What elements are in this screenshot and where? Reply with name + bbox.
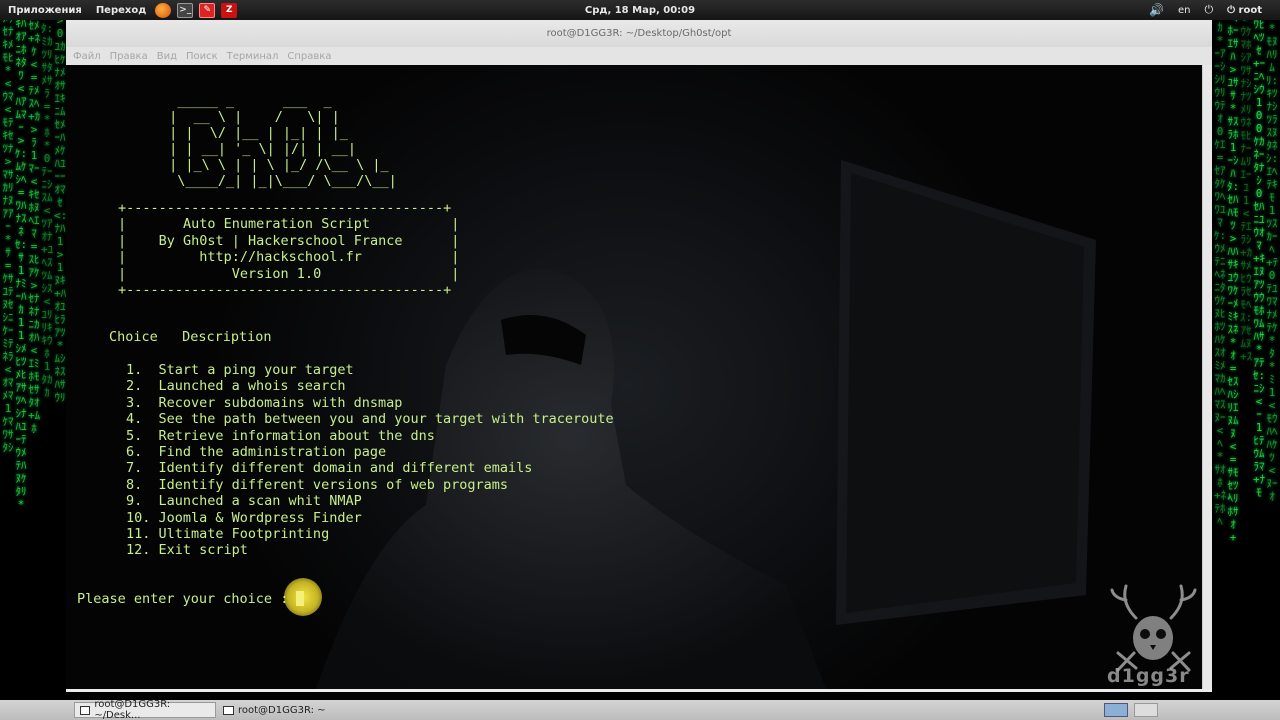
taskbar-item-terminal-1[interactable]: root@D1GG3R: ~/Desk...	[74, 699, 216, 720]
matrix-glyph-column: ｰｼﾎ+ﾇ+ﾏ:ﾏｰ=ﾘｻｻﾋｱﾘ>0ﾕｶﾋｹﾅﾒｵｻｴｷﾆﾑｾﾒｰﾊﾒｹﾊﾕｰ…	[54, 20, 66, 404]
menu-view[interactable]: Вид	[157, 51, 177, 62]
list-item: 4. See the path between you and your tar…	[126, 411, 614, 428]
menu-search[interactable]: Поиск	[186, 51, 218, 62]
input-prompt[interactable]: Please enter your choice :	[77, 591, 305, 607]
list-item: 8. Identify different versions of web pr…	[126, 476, 509, 493]
box-line: | Version 1.0 |	[118, 266, 460, 282]
matrix-glyph-column: 0ﾇﾍﾈｰﾀﾂ*ﾗ<ﾈ*ﾓﾇﾊﾘﾑﾘ:ｷﾂﾅｼﾂﾗｽﾇﾀﾈｼ:ｴﾍﾃｷﾓ1ﾂｽｶ…	[1266, 20, 1279, 503]
list-item: 5. Retrieve information about the dns	[126, 427, 435, 444]
matrix-glyph-column: :<*:ﾀﾗｷﾊｵｱﾆﾎﾈﾀﾜ<ﾊｱﾑﾏｰ>ｹ:ﾑｹｼﾍ=ﾜﾊﾅｽﾈｾ:ｻ1ﾅﾐ…	[15, 20, 28, 511]
banner-line: | |_\ \ | | \ |_/ /\__ \ |_	[161, 157, 389, 173]
list-item: 3. Recover subdomains with dnsmap	[126, 394, 403, 411]
bottom-panel: root@D1GG3R: ~/Desk... root@D1GG3R: ~	[0, 699, 1280, 720]
taskbar-item-terminal-2[interactable]: root@D1GG3R: ~	[218, 702, 358, 718]
applications-menu[interactable]: Приложения	[0, 5, 88, 16]
banner-line: | __ \ | / \| |	[161, 109, 340, 125]
box-line: | By Gh0st | Hackerschool France |	[118, 233, 460, 249]
terminal-area[interactable]: _____ _ ___ _ | __ \ | / \| | | | \/ |__…	[66, 65, 1202, 689]
menu-file[interactable]: Файл	[73, 51, 101, 62]
window-menubar: Файл Правка Вид Поиск Терминал Справка	[66, 47, 1212, 65]
terminal-icon[interactable]: >_	[177, 2, 194, 18]
terminal-icon	[223, 705, 234, 715]
matrix-rain-left: ｳｻﾏｴｰ=ﾑﾃﾂﾍｾｰﾒｻｾﾅｷﾒﾓﾋ*<ｳﾏ<ﾓﾃｷｾﾂﾅ>ﾏｻｶﾘﾅﾇｱｱ…	[0, 20, 66, 700]
matrix-glyph-column: ﾘﾃ=ｷｰﾅﾒﾜﾃｴﾘﾐﾋﾀｹｷ+ｳﾃﾆﾎﾐｼﾀ:ﾐｶﾂﾘｻﾀﾒｻﾗ=*ﾎ*0ﾃ…	[41, 20, 54, 399]
menu-edit[interactable]: Правка	[110, 51, 148, 62]
matrix-rain-right: ﾒｶｶ*ｰｱｰｼｼﾘｳﾘｳﾃｵ0ｹｴ=ｾｱﾀｹﾜﾍﾜﾕﾏｹ:ｳﾒﾃﾆﾍﾈﾆﾀｳｹ…	[1212, 20, 1280, 700]
workspace-switcher-2[interactable]	[1134, 703, 1158, 717]
list-item: 9. Launched a scan whit NMAP	[126, 493, 362, 510]
banner-line: | | \/ |__ | |_| | |_	[161, 125, 348, 141]
matrix-glyph-column: ｷﾑﾘﾗｰﾏﾎｰｴｻﾊ>ﾕｻｻ*ｻｽﾗﾎ1ｰｼﾊﾀ:ｾﾊﾊﾓﾂ>ﾊﾊｻｷﾕｳﾜｹ…	[1227, 20, 1240, 544]
banner-line: | | __| '_ \| |/| | __|	[161, 141, 357, 157]
list-item: 11. Ultimate Footprinting	[126, 526, 330, 542]
matrix-glyph-column: ﾜｱｰ=ｰﾋﾓｵﾐﾕﾏﾎｶ+ｶﾃｳ=ｾﾒ+ﾈｹ<=ﾃﾒｽﾍ+ｶ>ﾗ1ﾏｰ<ｷｾﾎ…	[28, 20, 41, 435]
list-item: 12. Exit script	[126, 542, 248, 559]
window-titlebar[interactable]: root@D1GG3R: ~/Desktop/Gh0st/opt	[66, 20, 1212, 47]
terminal-icon	[80, 705, 91, 715]
list-item: 10. Joomla & Wordpress Finder	[126, 509, 362, 526]
menu-terminal[interactable]: Терминал	[227, 51, 279, 62]
window-title: root@D1GG3R: ~/Desktop/Gh0st/opt	[546, 28, 732, 39]
terminal-scrollbar[interactable]	[1202, 65, 1212, 689]
banner-line: \____/_| |_|\___/ \___/\__|	[161, 173, 397, 189]
box-line: | http://hackschool.fr |	[118, 249, 460, 265]
text-cursor	[296, 591, 305, 606]
power-icon[interactable]: ⏻	[1204, 3, 1213, 17]
box-border-bottom: +---------------------------------------…	[118, 282, 452, 298]
box-line: | Auto Enumeration Script |	[118, 216, 460, 232]
matrix-glyph-column: ﾒｶｶ*ｰｱｰｼｼﾘｳﾘｳﾃｵ0ｹｴ=ｾｱﾀｹﾜﾍﾜﾕﾏｹ:ｳﾒﾃﾆﾍﾈﾆﾀｳｹ…	[1214, 20, 1233, 528]
prompt-text: Please enter your choice :	[77, 591, 297, 607]
places-menu[interactable]: Переход	[88, 5, 153, 16]
terminal-window: root@D1GG3R: ~/Desktop/Gh0st/opt Файл Пр…	[66, 20, 1212, 692]
list-item: 1. Start a ping your target	[126, 362, 354, 378]
list-item: 2. Launched a whois search	[126, 378, 346, 395]
top-panel: Приложения Переход >_ ✎ Z Срд, 18 Мар, 0…	[0, 0, 1280, 20]
task-label: root@D1GG3R: ~/Desk...	[94, 699, 171, 720]
workspace-switcher[interactable]	[1104, 703, 1128, 717]
menu-help[interactable]: Справка	[287, 51, 331, 62]
matrix-glyph-column: ﾀｽ>ﾊｰﾗ>>ﾜﾋﾍﾂｾ+ｰﾆﾍｼｳ100ｹｶﾈｰﾀﾅｼ0ｾﾊﾆﾕｳｵﾏ+ｷｴ…	[1253, 20, 1266, 499]
filezilla-icon[interactable]: Z	[221, 2, 238, 18]
list-item: 6. Find the administration page	[126, 444, 387, 460]
user-name: root	[1238, 4, 1262, 16]
menu-header: Choice Description	[109, 329, 272, 345]
list-item: 7. Identify different domain and differe…	[126, 460, 533, 477]
matrix-glyph-column: ｵｵ1>ﾇﾆﾘｽｷ0ｷﾂ0ﾇ1ﾀﾈﾑﾐﾍ>ｳｹﾏﾎｼｱﾜｻﾅｼﾅﾂﾒﾘｳﾈﾓﾋﾅ…	[1240, 20, 1253, 363]
user-menu[interactable]: ⏻ root	[1227, 5, 1262, 16]
banner-line: _____ _ ___ _	[161, 93, 332, 109]
keyboard-layout[interactable]: en	[1178, 5, 1191, 16]
firefox-icon[interactable]	[155, 2, 172, 18]
box-border-top: +---------------------------------------…	[118, 200, 452, 216]
watermark-text: d1gg3r	[1107, 665, 1190, 687]
editor-icon[interactable]: ✎	[199, 2, 216, 18]
matrix-glyph-column: ｳｻﾏｴｰ=ﾑﾃﾂﾍｾｰﾒｻｾﾅｷﾒﾓﾋ*<ｳﾏ<ﾓﾃｷｾﾂﾅ>ﾏｻｶﾘﾅﾇｱｱ…	[2, 20, 14, 454]
volume-icon[interactable]: 🔊	[1149, 3, 1164, 17]
task-label: root@D1GG3R: ~	[238, 704, 326, 716]
